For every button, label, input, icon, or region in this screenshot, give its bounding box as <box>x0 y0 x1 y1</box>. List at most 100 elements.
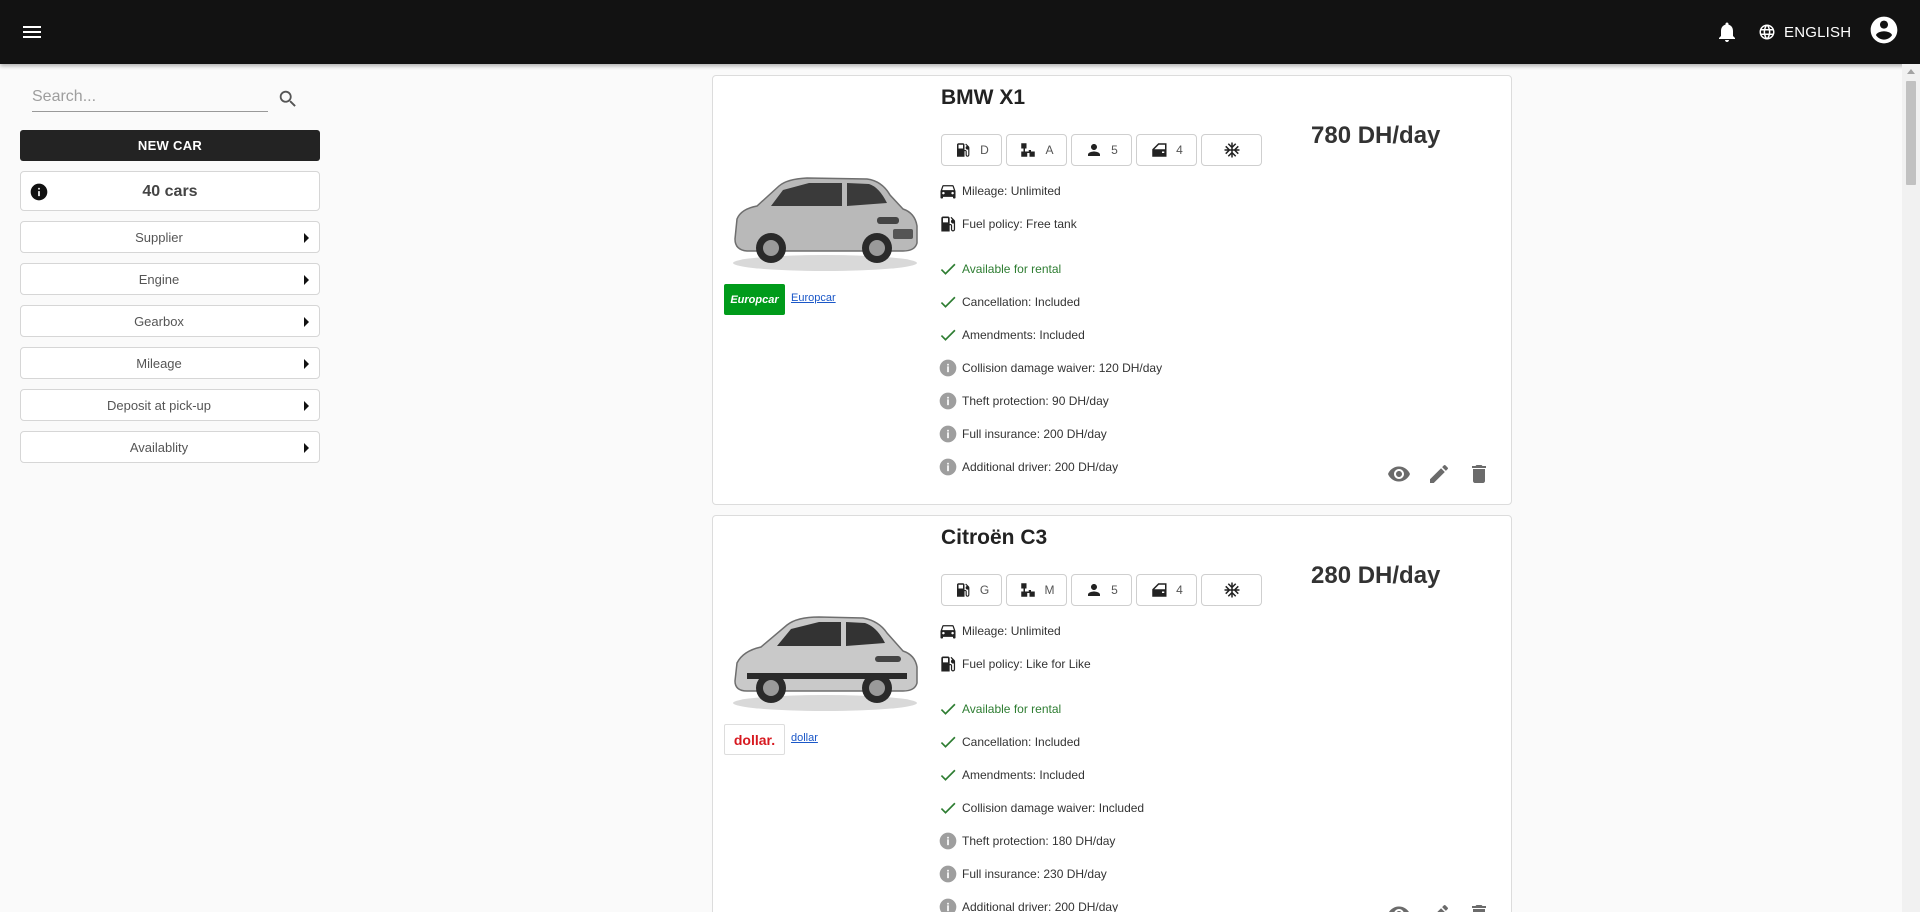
caret-right-icon <box>304 359 309 369</box>
caret-right-icon <box>304 443 309 453</box>
filter-deposit[interactable]: Deposit at pick-up <box>20 389 320 421</box>
extra-text: Cancellation: Included <box>962 295 1081 309</box>
info-icon <box>939 425 957 443</box>
fuel-icon <box>957 143 970 157</box>
info-icon <box>939 832 957 850</box>
language-selector[interactable]: ENGLISH <box>1758 20 1851 44</box>
view-icon[interactable] <box>1387 462 1411 486</box>
extra-text: Cancellation: Included <box>962 735 1081 749</box>
extra-row: Amendments: Included <box>938 324 1085 346</box>
car-door-icon <box>1152 143 1167 157</box>
car-count: 40 cars <box>142 183 198 200</box>
car-specs: D A 5 4 <box>941 134 1262 166</box>
car-door-icon <box>1152 583 1167 597</box>
filter-supplier[interactable]: Supplier <box>20 221 320 253</box>
supplier-link[interactable]: Europcar <box>791 292 836 304</box>
card-actions <box>1387 902 1491 912</box>
car-image <box>727 151 923 281</box>
fuel-policy-row: Fuel policy: Free tank <box>938 213 1077 235</box>
filter-label: Gearbox <box>134 314 184 329</box>
fuel-icon <box>941 656 956 672</box>
person-icon <box>1088 144 1101 156</box>
edit-icon[interactable] <box>1427 902 1451 912</box>
extra-row: Amendments: Included <box>938 764 1085 786</box>
engine-value: D <box>980 143 989 157</box>
extra-text: Full insurance: 200 DH/day <box>962 427 1107 441</box>
snowflake-icon <box>1224 142 1239 158</box>
check-icon <box>940 263 956 275</box>
extra-text: Additional driver: 200 DH/day <box>962 900 1119 912</box>
availability-text: Available for rental <box>962 702 1062 716</box>
extra-text: Theft protection: 90 DH/day <box>962 394 1109 408</box>
extra-row: Collision damage waiver: Included <box>938 797 1144 819</box>
info-icon <box>939 898 957 912</box>
filter-engine[interactable]: Engine <box>20 263 320 295</box>
car-price: 780 DH/day <box>1311 122 1441 149</box>
mileage-row: Mileage: Unlimited <box>938 620 1061 642</box>
info-icon <box>939 359 957 377</box>
car-icon <box>940 625 956 639</box>
aircon-spec <box>1201 574 1262 606</box>
extra-row: Cancellation: Included <box>938 731 1080 753</box>
snowflake-icon <box>1224 582 1239 598</box>
car-specs: G M 5 4 <box>941 574 1262 606</box>
mileage-text: Mileage: Unlimited <box>962 624 1061 638</box>
filter-label: Mileage <box>136 356 182 371</box>
delete-icon[interactable] <box>1467 902 1491 912</box>
info-icon <box>939 392 957 410</box>
menu-icon[interactable] <box>20 20 44 44</box>
car-name: BMW X1 <box>941 86 1025 109</box>
seats-value: 5 <box>1111 143 1118 157</box>
extra-text: Additional driver: 200 DH/day <box>962 460 1119 474</box>
extra-row: Theft protection: 90 DH/day <box>938 390 1109 412</box>
extra-row: Theft protection: 180 DH/day <box>938 830 1115 852</box>
gearbox-value: M <box>1044 583 1055 597</box>
car-name: Citroën C3 <box>941 526 1048 549</box>
doors-value: 4 <box>1176 143 1183 157</box>
check-icon <box>940 769 956 781</box>
filter-label: Availablity <box>129 440 189 455</box>
extra-row: Additional driver: 200 DH/day <box>938 896 1118 912</box>
car-card: dollar. dollar Citroën C3 G M 5 4 280 DH… <box>712 515 1512 912</box>
car-price: 280 DH/day <box>1311 562 1441 589</box>
mileage-row: Mileage: Unlimited <box>938 180 1061 202</box>
edit-icon[interactable] <box>1427 462 1451 486</box>
doors-spec: 4 <box>1136 574 1197 606</box>
check-icon <box>940 736 956 748</box>
check-icon <box>940 329 956 341</box>
filter-availability[interactable]: Availablity <box>20 431 320 463</box>
search-icon[interactable] <box>277 88 299 110</box>
engine-spec: D <box>941 134 1002 166</box>
filter-gearbox[interactable]: Gearbox <box>20 305 320 337</box>
car-icon <box>940 185 956 199</box>
bell-icon[interactable] <box>1715 20 1739 44</box>
car-image <box>727 591 923 721</box>
caret-right-icon <box>304 401 309 411</box>
search-input[interactable] <box>32 84 268 110</box>
gearbox-icon <box>1020 583 1035 597</box>
extra-text: Full insurance: 230 DH/day <box>962 867 1107 881</box>
language-label: ENGLISH <box>1784 23 1852 41</box>
check-icon <box>940 703 956 715</box>
delete-icon[interactable] <box>1467 462 1491 486</box>
car-count-box: 40 cars <box>20 171 320 211</box>
extra-row: Full insurance: 230 DH/day <box>938 863 1107 885</box>
account-circle-icon[interactable] <box>1868 14 1900 46</box>
new-car-button[interactable]: NEW CAR <box>20 130 320 161</box>
scrollbar[interactable] <box>1902 64 1920 912</box>
availability-row: Available for rental <box>938 698 1061 720</box>
seats-spec: 5 <box>1071 574 1132 606</box>
car-card: Europcar Europcar BMW X1 D A 5 4 780 DH/… <box>712 75 1512 505</box>
info-icon <box>939 458 957 476</box>
filter-mileage[interactable]: Mileage <box>20 347 320 379</box>
doors-spec: 4 <box>1136 134 1197 166</box>
extra-text: Theft protection: 180 DH/day <box>962 834 1116 848</box>
fuel-icon <box>941 216 956 232</box>
filter-label: Engine <box>138 272 180 287</box>
view-icon[interactable] <box>1387 902 1411 912</box>
supplier-link[interactable]: dollar <box>791 732 818 744</box>
extra-text: Amendments: Included <box>962 768 1085 782</box>
scrollbar-thumb[interactable] <box>1906 81 1916 185</box>
scroll-up-arrow-icon[interactable] <box>1907 69 1915 74</box>
seats-spec: 5 <box>1071 134 1132 166</box>
